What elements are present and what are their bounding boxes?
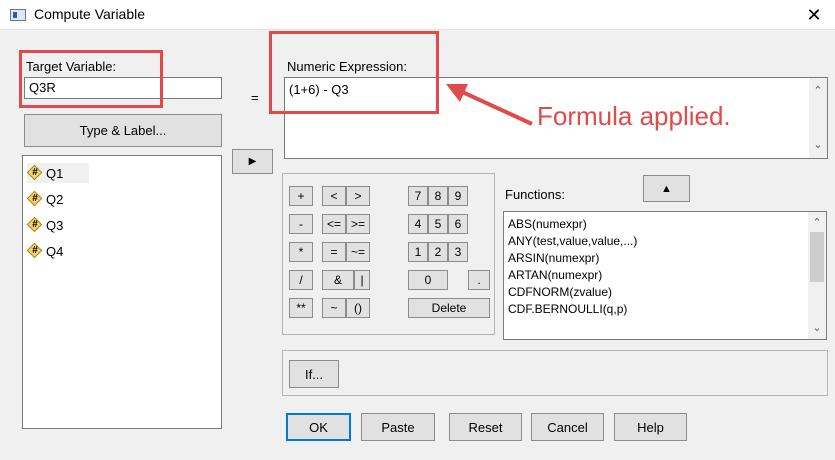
key-less-than[interactable]: < [322, 186, 346, 206]
equals-sign: = [251, 90, 259, 105]
list-item[interactable]: CDF.BERNOULLI(q,p) [508, 301, 627, 318]
ok-button[interactable]: OK [286, 413, 351, 441]
list-item[interactable]: # Q4 [26, 241, 63, 261]
key-5[interactable]: 5 [428, 214, 448, 234]
list-item[interactable]: # Q1 [26, 163, 89, 183]
expression-scrollbar[interactable]: ⌃ ⌄ [809, 78, 827, 158]
window-title: Compute Variable [34, 6, 146, 22]
numeric-variable-icon: # [26, 216, 43, 233]
function-list[interactable]: ABS(numexpr) ANY(test,value,value,...) A… [503, 211, 827, 340]
key-4[interactable]: 4 [408, 214, 428, 234]
key-plus[interactable]: + [289, 186, 313, 206]
list-item[interactable]: # Q3 [26, 215, 63, 235]
if-button[interactable]: If... [289, 360, 339, 388]
expression-highlight [269, 31, 439, 114]
calculator-keypad: + < > 7 8 9 - <= >= 4 5 6 * = ~= 1 2 3 /… [282, 173, 495, 335]
key-parentheses[interactable]: () [346, 298, 370, 318]
close-icon[interactable]: ✕ [800, 3, 828, 27]
cancel-button[interactable]: Cancel [531, 413, 604, 441]
help-button[interactable]: Help [614, 413, 687, 441]
scroll-up-icon[interactable]: ⌃ [808, 214, 826, 232]
key-minus[interactable]: - [289, 214, 313, 234]
paste-button[interactable]: Paste [361, 413, 435, 441]
key-not-equal[interactable]: ~= [346, 242, 370, 262]
numeric-variable-icon: # [26, 164, 43, 181]
key-multiply[interactable]: * [289, 242, 313, 262]
list-item[interactable]: ARSIN(numexpr) [508, 250, 599, 267]
function-scrollbar[interactable]: ⌃ ⌄ [808, 212, 826, 339]
variable-list[interactable]: # Q1 # Q2 # Q3 # Q4 [22, 155, 222, 429]
target-variable-highlight [19, 50, 163, 108]
list-item[interactable]: ABS(numexpr) [508, 216, 587, 233]
key-7[interactable]: 7 [408, 186, 428, 206]
key-9[interactable]: 9 [448, 186, 468, 206]
key-6[interactable]: 6 [448, 214, 468, 234]
annotation-arrow-icon [446, 84, 533, 126]
key-decimal[interactable]: . [468, 270, 490, 290]
numeric-variable-icon: # [26, 190, 43, 207]
key-or[interactable]: | [354, 270, 370, 290]
key-less-equal[interactable]: <= [322, 214, 346, 234]
key-1[interactable]: 1 [408, 242, 428, 262]
list-item[interactable]: CDFNORM(zvalue) [508, 284, 612, 301]
list-item[interactable]: ARTAN(numexpr) [508, 267, 602, 284]
key-0[interactable]: 0 [408, 270, 448, 290]
key-8[interactable]: 8 [428, 186, 448, 206]
scroll-thumb[interactable] [810, 232, 824, 282]
key-2[interactable]: 2 [428, 242, 448, 262]
list-item[interactable]: # Q2 [26, 189, 63, 209]
key-equals[interactable]: = [322, 242, 346, 262]
annotation-text: Formula applied. [537, 101, 731, 131]
right-arrow-icon: ▶ [248, 156, 257, 167]
key-greater-equal[interactable]: >= [346, 214, 370, 234]
key-power[interactable]: ** [289, 298, 313, 318]
scroll-down-icon[interactable]: ⌄ [809, 136, 827, 154]
key-and[interactable]: & [322, 270, 354, 290]
if-panel: If... [282, 350, 828, 396]
key-3[interactable]: 3 [448, 242, 468, 262]
up-arrow-icon: ▲ [661, 182, 672, 195]
numeric-variable-icon: # [26, 242, 43, 259]
delete-button[interactable]: Delete [408, 298, 490, 318]
title-bar: Compute Variable ✕ [0, 0, 835, 30]
key-divide[interactable]: / [289, 270, 313, 290]
key-not[interactable]: ~ [322, 298, 346, 318]
scroll-down-icon[interactable]: ⌄ [808, 319, 826, 337]
type-label-button[interactable]: Type & Label... [24, 114, 222, 147]
list-item[interactable]: ANY(test,value,value,...) [508, 233, 637, 250]
app-icon [10, 9, 26, 21]
functions-label: Functions: [505, 187, 565, 202]
function-up-button[interactable]: ▲ [643, 175, 690, 202]
key-greater-than[interactable]: > [346, 186, 370, 206]
scroll-up-icon[interactable]: ⌃ [809, 82, 827, 100]
move-variable-button[interactable]: ▶ [232, 149, 273, 174]
reset-button[interactable]: Reset [449, 413, 522, 441]
